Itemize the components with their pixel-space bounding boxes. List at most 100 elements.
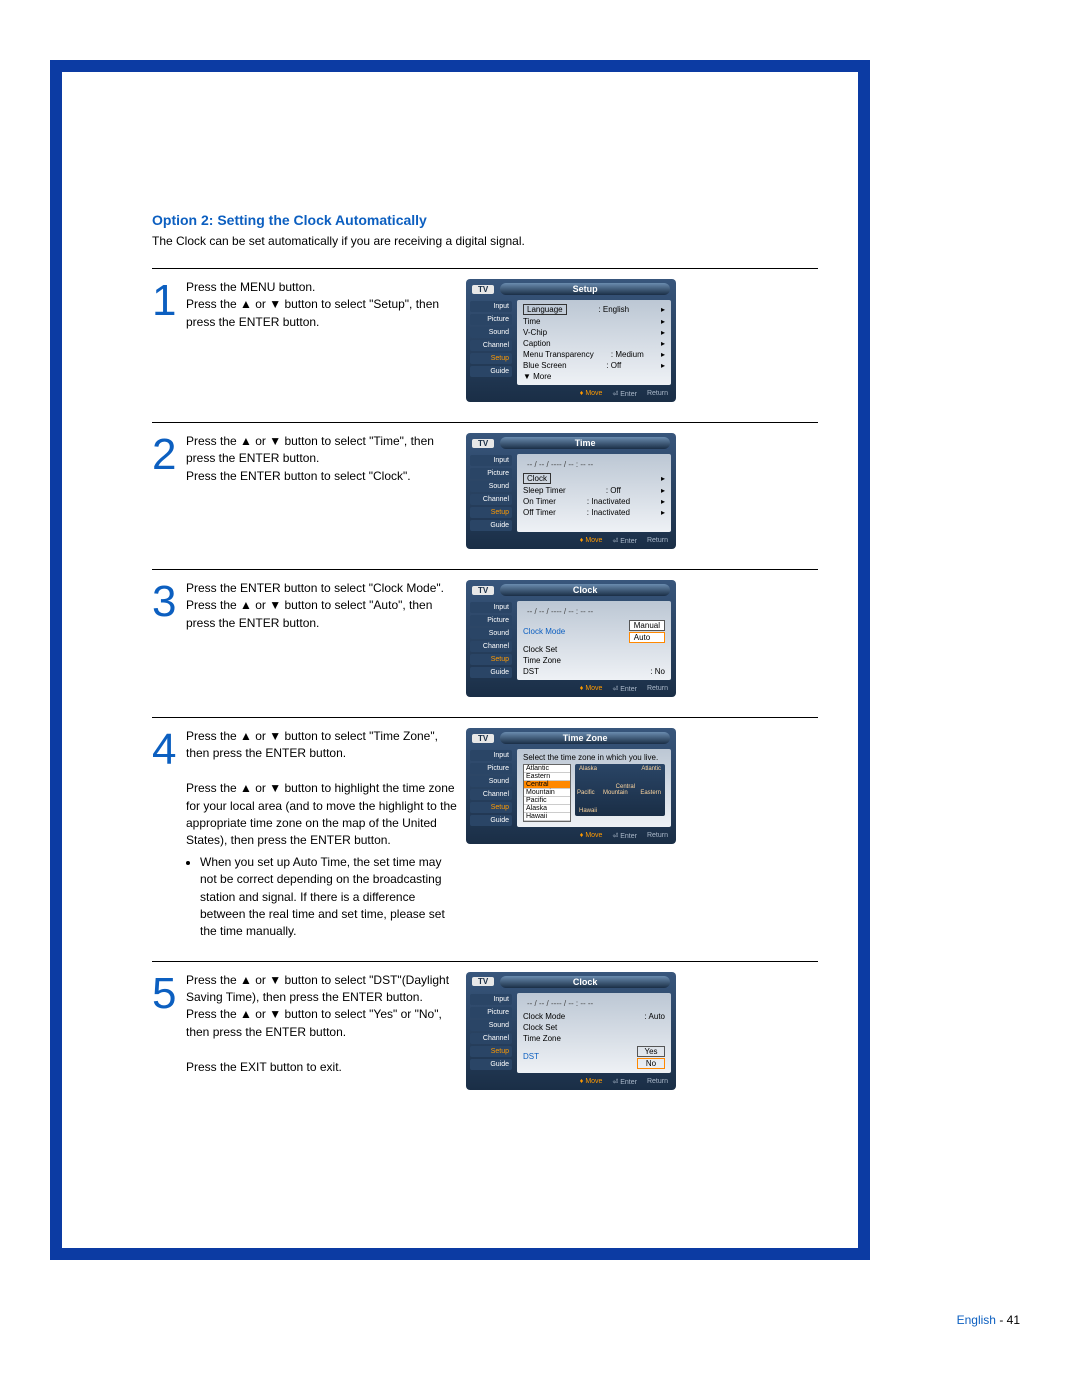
- sidebar-item-picture[interactable]: Picture: [470, 615, 512, 626]
- step-line: Press the ENTER button to select "Clock"…: [186, 469, 411, 483]
- chevron-right-icon: ▸: [661, 305, 665, 314]
- sidebar-item-input[interactable]: Input: [470, 750, 512, 761]
- sidebar-item-sound[interactable]: Sound: [470, 776, 512, 787]
- sidebar-item-guide[interactable]: Guide: [470, 667, 512, 678]
- menu-row-label[interactable]: Menu Transparency: [523, 350, 594, 359]
- menu-row-value: : No: [650, 667, 665, 676]
- menu-row-label[interactable]: On Timer: [523, 497, 556, 506]
- osd-footer: ♦ Move ⏎ Enter Return: [468, 1076, 674, 1088]
- sidebar-item-picture[interactable]: Picture: [470, 468, 512, 479]
- sidebar-item-picture[interactable]: Picture: [470, 763, 512, 774]
- chevron-right-icon: ▸: [661, 497, 665, 506]
- menu-row-label[interactable]: Clock Mode: [523, 627, 565, 636]
- timezone-list[interactable]: Atlantic Eastern Central Mountain Pacifi…: [523, 764, 571, 822]
- sidebar-item-setup[interactable]: Setup: [470, 654, 512, 665]
- menu-row-label[interactable]: DST: [523, 667, 539, 676]
- tz-option[interactable]: Hawaii: [524, 813, 570, 821]
- menu-row-label[interactable]: Time Zone: [523, 1034, 561, 1043]
- osd-footer: ♦ Move ⏎ Enter Return: [468, 830, 674, 842]
- osd-footer: ♦ Move ⏎ Enter Return: [468, 388, 674, 400]
- sidebar-item-sound[interactable]: Sound: [470, 1020, 512, 1031]
- sidebar-item-channel[interactable]: Channel: [470, 340, 512, 351]
- sidebar-item-picture[interactable]: Picture: [470, 1007, 512, 1018]
- osd-source-badge: TV: [472, 285, 494, 294]
- osd-content: -- / -- / ---- / -- : -- -- Clock Mode M…: [517, 601, 671, 680]
- dst-option[interactable]: Yes: [637, 1046, 665, 1057]
- sidebar-item-input[interactable]: Input: [470, 301, 512, 312]
- menu-row-label[interactable]: Language: [523, 304, 567, 315]
- tz-option[interactable]: Atlantic: [524, 765, 570, 773]
- osd-footer: ♦ Move ⏎ Enter Return: [468, 535, 674, 547]
- menu-row-label[interactable]: Blue Screen: [523, 361, 567, 370]
- footer-language: English: [957, 1313, 996, 1327]
- sidebar-item-setup[interactable]: Setup: [470, 1046, 512, 1057]
- sidebar-item-channel[interactable]: Channel: [470, 1033, 512, 1044]
- page-footer: English - 41: [957, 1313, 1020, 1327]
- menu-row-label[interactable]: Clock Set: [523, 1023, 557, 1032]
- menu-row-value: : Auto: [645, 1012, 665, 1021]
- sidebar-item-input[interactable]: Input: [470, 455, 512, 466]
- timezone-map: Alaska Atlantic Pacific Mountain Central…: [575, 764, 665, 816]
- clockmode-option-selected[interactable]: Auto: [629, 632, 665, 643]
- sidebar-item-sound[interactable]: Sound: [470, 327, 512, 338]
- menu-row-label[interactable]: Time Zone: [523, 656, 561, 665]
- step-text: Press the ENTER button to select "Clock …: [186, 580, 466, 632]
- chevron-right-icon: ▸: [661, 339, 665, 348]
- osd-source-badge: TV: [472, 439, 494, 448]
- tz-option[interactable]: Alaska: [524, 805, 570, 813]
- time-readout: -- / -- / ---- / -- : -- --: [523, 997, 665, 1010]
- sidebar-item-guide[interactable]: Guide: [470, 1059, 512, 1070]
- step-line: Press the ENTER button to select "Clock …: [186, 581, 444, 595]
- step-line: Press the ▲ or ▼ button to select "DST"(…: [186, 973, 449, 1004]
- osd-title: Clock: [500, 976, 670, 988]
- osd-source-badge: TV: [472, 977, 494, 986]
- sidebar-item-setup[interactable]: Setup: [470, 802, 512, 813]
- menu-row-value: : English: [598, 305, 629, 314]
- menu-row-label[interactable]: Time: [523, 317, 540, 326]
- page-frame: Option 2: Setting the Clock Automaticall…: [50, 60, 870, 1260]
- menu-row-label[interactable]: V-Chip: [523, 328, 547, 337]
- chevron-right-icon: ▸: [661, 317, 665, 326]
- menu-row-label[interactable]: Sleep Timer: [523, 486, 566, 495]
- menu-row-label[interactable]: Clock Mode: [523, 1012, 565, 1021]
- menu-row-value: : Inactivated: [587, 497, 630, 506]
- sidebar-item-picture[interactable]: Picture: [470, 314, 512, 325]
- menu-row-label[interactable]: DST: [523, 1052, 539, 1061]
- sidebar-item-sound[interactable]: Sound: [470, 628, 512, 639]
- sidebar-item-sound[interactable]: Sound: [470, 481, 512, 492]
- sidebar-item-channel[interactable]: Channel: [470, 789, 512, 800]
- step-number: 3: [152, 580, 186, 624]
- menu-row-label[interactable]: Caption: [523, 339, 551, 348]
- sidebar-item-guide[interactable]: Guide: [470, 366, 512, 377]
- step-line: Press the ▲ or ▼ button to select "Time …: [186, 729, 438, 760]
- sidebar-item-guide[interactable]: Guide: [470, 520, 512, 531]
- tz-option[interactable]: Eastern: [524, 773, 570, 781]
- tz-option-selected[interactable]: Central: [524, 781, 570, 789]
- chevron-right-icon: ▸: [661, 328, 665, 337]
- step-line: Press the ▲ or ▼ button to select "Time"…: [186, 434, 434, 465]
- sidebar-item-guide[interactable]: Guide: [470, 815, 512, 826]
- menu-row-label[interactable]: ▼ More: [523, 372, 551, 381]
- clockmode-option[interactable]: Manual: [629, 620, 665, 631]
- menu-row-value: : Inactivated: [587, 508, 630, 517]
- menu-row-label[interactable]: Clock: [523, 473, 551, 484]
- osd-content: -- / -- / ---- / -- : -- -- Clock▸ Sleep…: [517, 454, 671, 532]
- sidebar-item-input[interactable]: Input: [470, 602, 512, 613]
- dst-option-selected[interactable]: No: [637, 1058, 665, 1069]
- tz-option[interactable]: Pacific: [524, 797, 570, 805]
- osd-panel: TV Time Input Picture Sound Channel Setu…: [466, 433, 676, 549]
- menu-row-label[interactable]: Off Timer: [523, 508, 556, 517]
- tz-option[interactable]: Mountain: [524, 789, 570, 797]
- sidebar-item-input[interactable]: Input: [470, 994, 512, 1005]
- step-5: 5 Press the ▲ or ▼ button to select "DST…: [152, 961, 818, 1110]
- menu-row-label[interactable]: Clock Set: [523, 645, 557, 654]
- sidebar-item-channel[interactable]: Channel: [470, 641, 512, 652]
- sidebar-item-channel[interactable]: Channel: [470, 494, 512, 505]
- step-bullet: When you set up Auto Time, the set time …: [200, 854, 458, 941]
- step-line: Press the ▲ or ▼ button to select "Auto"…: [186, 598, 432, 629]
- chevron-right-icon: ▸: [661, 486, 665, 495]
- step-text: Press the ▲ or ▼ button to select "Time"…: [186, 433, 466, 485]
- sidebar-item-setup[interactable]: Setup: [470, 353, 512, 364]
- step-line: Press the MENU button.: [186, 280, 315, 294]
- sidebar-item-setup[interactable]: Setup: [470, 507, 512, 518]
